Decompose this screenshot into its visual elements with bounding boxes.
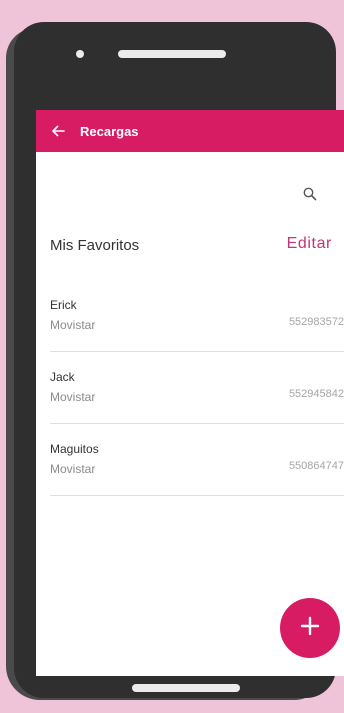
favorite-number: 552945842 <box>288 388 344 400</box>
favorite-number: 552983572 <box>288 316 344 328</box>
add-favorite-button[interactable] <box>280 598 340 658</box>
favorite-name: Maguitos <box>50 442 99 456</box>
speaker-grille <box>118 50 226 58</box>
phone-frame: Recargas Mis Favoritos Editar Erick Movi… <box>14 22 344 698</box>
arrow-left-icon[interactable] <box>50 123 66 139</box>
app-bar: Recargas <box>36 110 344 152</box>
favorites-title: Mis Favoritos <box>50 237 140 254</box>
app-screen: Recargas Mis Favoritos Editar Erick Movi… <box>36 110 344 676</box>
favorite-item-erick[interactable]: Erick Movistar 552983572 <box>50 280 344 352</box>
favorite-name: Erick <box>50 298 77 312</box>
favorites-list: Erick Movistar 552983572 Jack Movistar 5… <box>50 280 344 496</box>
home-indicator <box>132 684 240 692</box>
plus-icon <box>299 615 321 642</box>
favorite-name: Jack <box>50 370 75 384</box>
app-bar-title: Recargas <box>80 123 139 139</box>
search-icon[interactable] <box>302 186 318 202</box>
edit-button[interactable]: Editar <box>287 235 332 253</box>
favorite-item-jack[interactable]: Jack Movistar 552945842 <box>50 352 344 424</box>
favorite-carrier: Movistar <box>50 462 96 476</box>
favorite-carrier: Movistar <box>50 318 96 332</box>
favorite-carrier: Movistar <box>50 390 96 404</box>
front-camera <box>76 50 84 58</box>
favorite-number: 550864747 <box>288 460 344 472</box>
favorite-item-maguitos[interactable]: Maguitos Movistar 550864747 <box>50 424 344 496</box>
